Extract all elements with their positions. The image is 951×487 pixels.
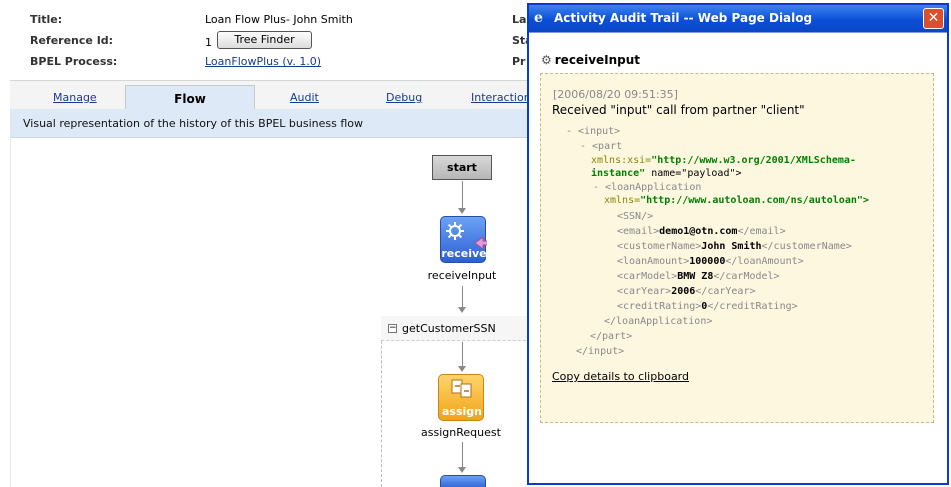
xml-car-model: <carModel>BMW Z8</carModel> — [617, 271, 780, 282]
scope-header: − getCustomerSSN — [381, 316, 531, 341]
xml-part-close: </part> — [590, 331, 633, 342]
reference-id-label: Reference Id: — [30, 34, 114, 47]
dialog-body: ⚙ receiveInput [2006/08/20 09:51:35] Rece… — [529, 32, 947, 483]
xml-credit-rating: <creditRating>0</creditRating> — [617, 301, 798, 312]
tab-manage[interactable]: Manage — [53, 91, 97, 104]
tab-bar: Manage Flow Audit Debug Interaction — [10, 80, 531, 110]
bpel-process-label: BPEL Process: — [30, 55, 118, 68]
dialog-title: Activity Audit Trail -- Web Page Dialog — [554, 11, 813, 25]
activity-name: receiveInput — [554, 53, 641, 67]
xml-part-open[interactable]: - <part — [580, 141, 622, 152]
reference-id-value: 1 — [205, 36, 212, 49]
connector — [462, 181, 463, 209]
gear-icon — [446, 222, 490, 250]
title-label: Title: — [30, 13, 63, 26]
xml-xsi-line: xmlns:xsi="http://www.w3.org/2001/XMLSch… — [591, 155, 856, 166]
dialog-title-bar[interactable]: e Activity Audit Trail -- Web Page Dialo… — [529, 5, 947, 32]
xml-ssn: <SSN/> — [617, 211, 654, 222]
arrow-icon — [458, 208, 466, 214]
scope-title: getCustomerSSN — [402, 322, 496, 335]
activity-gear-icon: ⚙ — [541, 53, 552, 67]
title-value: Loan Flow Plus- John Smith — [205, 13, 353, 26]
flow-description-bar: Visual representation of the history of … — [10, 109, 530, 138]
xml-xsi-line-2: instance" name="payload"> — [591, 168, 742, 179]
assign-icon-text: assign — [442, 405, 482, 418]
xml-loan-open[interactable]: - <loanApplication — [593, 182, 701, 193]
xml-loan-ns-line: xmlns="http://www.autoloan.com/ns/autolo… — [604, 195, 869, 206]
assign-request-label: assignRequest — [421, 426, 501, 439]
tab-flow[interactable]: Flow — [125, 85, 255, 110]
right-label-1: La — [512, 13, 527, 26]
tab-audit[interactable]: Audit — [290, 91, 319, 104]
bpel-process-link[interactable]: LoanFlowPlus (v. 1.0) — [205, 55, 321, 68]
xml-email: <email>demo1@otn.com</email> — [617, 226, 786, 237]
arrow-icon — [458, 366, 466, 372]
receive-activity-icon[interactable]: receive — [440, 216, 490, 263]
receive-icon-text: receive — [441, 247, 487, 260]
audit-timestamp: [2006/08/20 09:51:35] — [553, 88, 678, 101]
xml-loan-amount: <loanAmount>100000</loanAmount> — [617, 256, 804, 267]
flow-description: Visual representation of the history of … — [23, 117, 364, 130]
arrow-icon — [458, 307, 466, 313]
receive-input-label: receiveInput — [427, 269, 497, 282]
audit-message: Received "input" call from partner "clie… — [552, 103, 805, 117]
copy-details-link[interactable]: Copy details to clipboard — [552, 370, 689, 383]
xml-input-open[interactable]: - <input> — [566, 126, 620, 137]
tree-finder-button[interactable]: Tree Finder — [217, 31, 312, 49]
tab-interaction[interactable]: Interaction — [471, 91, 531, 104]
audit-trail-dialog: e Activity Audit Trail -- Web Page Dialo… — [527, 3, 949, 485]
right-label-3: Pr — [512, 55, 526, 68]
xml-car-year: <carYear>2006</carYear> — [617, 286, 756, 297]
connector — [462, 342, 463, 367]
assign-activity-icon[interactable]: assign — [438, 374, 484, 421]
activity-heading: ⚙ receiveInput — [541, 53, 640, 67]
xml-loan-close: </loanApplication> — [604, 316, 713, 327]
xml-customer-name: <customerName>John Smith</customerName> — [617, 241, 852, 252]
start-node[interactable]: start — [432, 155, 492, 180]
connector — [462, 286, 463, 308]
xml-input-close: </input> — [576, 346, 625, 357]
activity-details-box: [2006/08/20 09:51:35] Received "input" c… — [540, 73, 934, 423]
close-button[interactable]: ✕ — [923, 8, 944, 29]
next-activity-icon[interactable] — [440, 475, 486, 487]
assign-icon — [451, 379, 472, 398]
arrow-icon — [458, 467, 466, 473]
connector — [462, 442, 463, 468]
collapse-icon[interactable]: − — [388, 324, 397, 333]
browser-icon: e — [534, 10, 543, 26]
tab-debug[interactable]: Debug — [386, 91, 422, 104]
